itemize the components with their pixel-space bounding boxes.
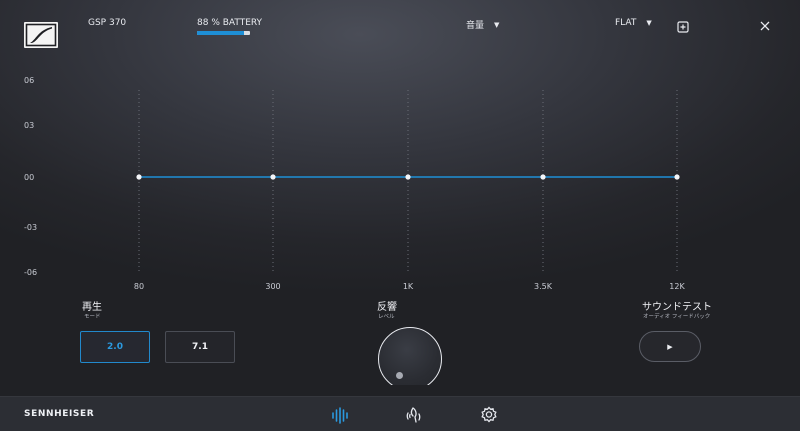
mode-2-0-button[interactable]: 2.0 bbox=[80, 331, 150, 363]
sound-test-title: サウンドテスト bbox=[642, 302, 712, 313]
eq-band-label: 12K bbox=[669, 282, 685, 291]
eq-preset-dropdown[interactable]: FLAT ▼ bbox=[615, 18, 652, 28]
eq-band-handle[interactable] bbox=[405, 174, 411, 180]
eq-band-handle[interactable] bbox=[540, 174, 546, 180]
eq-band-handle[interactable] bbox=[270, 174, 276, 180]
volume-dropdown-label: 音量 bbox=[466, 21, 485, 31]
voice-icon[interactable] bbox=[404, 405, 424, 425]
knob-indicator bbox=[396, 372, 403, 379]
bottom-bar: SENNHEISER bbox=[0, 396, 800, 431]
sound-test-subtitle: オーディオ フィードバック bbox=[643, 314, 711, 320]
battery-bar bbox=[197, 31, 250, 35]
battery-status: 88 % BATTERY bbox=[197, 18, 263, 28]
chevron-down-icon: ▼ bbox=[494, 20, 500, 29]
eq-band-label: 1K bbox=[402, 282, 414, 291]
reverb-knob[interactable] bbox=[378, 327, 444, 385]
settings-icon[interactable] bbox=[479, 405, 499, 425]
playback-mode-title: 再生 bbox=[82, 302, 102, 313]
close-icon[interactable] bbox=[759, 17, 771, 31]
brand-name: SENNHEISER bbox=[24, 409, 95, 419]
volume-dropdown[interactable]: 音量 ▼ bbox=[466, 18, 500, 32]
equalizer-icon[interactable] bbox=[330, 405, 350, 425]
mode-7-1-button[interactable]: 7.1 bbox=[165, 331, 235, 363]
playback-mode-subtitle: モード bbox=[84, 314, 101, 320]
eq-band-handle[interactable] bbox=[136, 174, 142, 180]
eq-y-label: 06 bbox=[24, 76, 35, 85]
sennheiser-logo bbox=[24, 22, 58, 48]
reverb-subtitle: レベル bbox=[378, 314, 395, 320]
reverb-title: 反響 bbox=[377, 302, 397, 313]
play-icon: ▶ bbox=[667, 342, 673, 351]
battery-fill bbox=[197, 31, 244, 35]
play-button[interactable]: ▶ bbox=[639, 331, 701, 362]
eq-band-handle[interactable] bbox=[674, 174, 680, 180]
eq-band-label: 300 bbox=[265, 282, 281, 291]
device-name: GSP 370 bbox=[88, 18, 127, 28]
reverb-knob-dial bbox=[378, 327, 442, 385]
add-preset-icon[interactable] bbox=[677, 18, 689, 33]
eq-band-label: 3.5K bbox=[534, 282, 552, 291]
eq-band-label: 80 bbox=[133, 282, 145, 291]
chevron-down-icon: ▼ bbox=[646, 19, 652, 27]
equalizer-graph[interactable] bbox=[0, 90, 800, 280]
eq-preset-label: FLAT bbox=[615, 18, 637, 28]
